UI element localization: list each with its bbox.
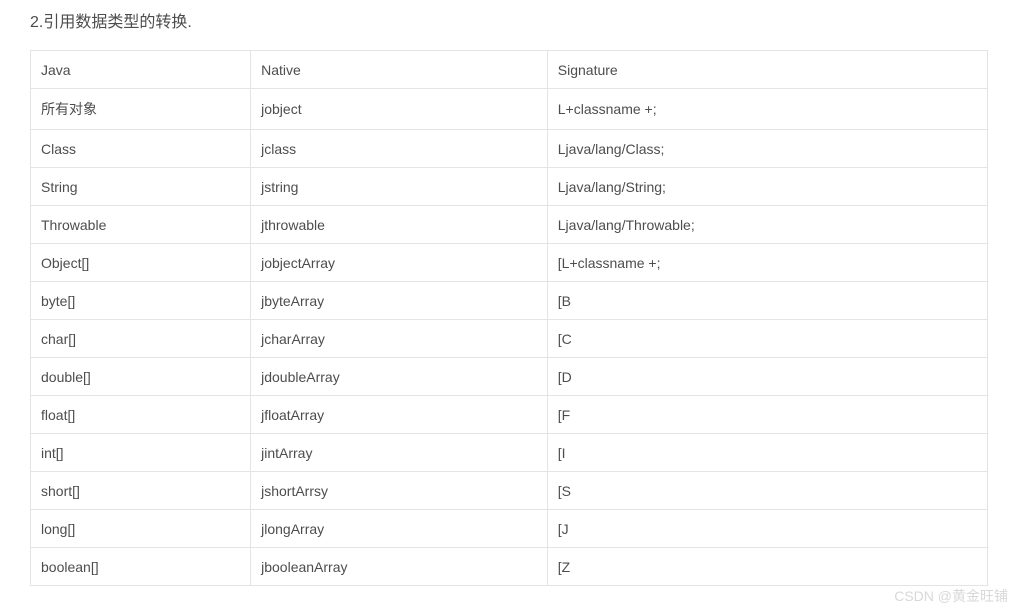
cell-signature: [S <box>547 472 987 510</box>
watermark: CSDN @黄金旺铺 <box>894 586 1008 606</box>
cell-native: jobject <box>251 89 548 130</box>
cell-native: jbooleanArray <box>251 548 548 586</box>
cell-java: Throwable <box>31 206 251 244</box>
table-row: double[] jdoubleArray [D <box>31 358 988 396</box>
header-native: Native <box>251 51 548 89</box>
cell-native: jstring <box>251 168 548 206</box>
cell-java: int[] <box>31 434 251 472</box>
type-conversion-table: Java Native Signature 所有对象 jobject L+cla… <box>30 50 988 586</box>
cell-java: 所有对象 <box>31 89 251 130</box>
table-row: String jstring Ljava/lang/String; <box>31 168 988 206</box>
table-row: char[] jcharArray [C <box>31 320 988 358</box>
section-title: 2.引用数据类型的转换. <box>30 8 988 32</box>
table-row: Throwable jthrowable Ljava/lang/Throwabl… <box>31 206 988 244</box>
table-row: 所有对象 jobject L+classname +; <box>31 89 988 130</box>
cell-native: jshortArrsy <box>251 472 548 510</box>
cell-native: jobjectArray <box>251 244 548 282</box>
table-row: byte[] jbyteArray [B <box>31 282 988 320</box>
header-signature: Signature <box>547 51 987 89</box>
cell-java: float[] <box>31 396 251 434</box>
cell-signature: [B <box>547 282 987 320</box>
table-row: int[] jintArray [I <box>31 434 988 472</box>
cell-signature: [I <box>547 434 987 472</box>
cell-native: jdoubleArray <box>251 358 548 396</box>
cell-signature: [F <box>547 396 987 434</box>
cell-signature: L+classname +; <box>547 89 987 130</box>
cell-signature: [J <box>547 510 987 548</box>
cell-native: jthrowable <box>251 206 548 244</box>
cell-java: long[] <box>31 510 251 548</box>
cell-native: jlongArray <box>251 510 548 548</box>
table-row: boolean[] jbooleanArray [Z <box>31 548 988 586</box>
cell-native: jclass <box>251 130 548 168</box>
cell-java: byte[] <box>31 282 251 320</box>
table-row: long[] jlongArray [J <box>31 510 988 548</box>
cell-java: Object[] <box>31 244 251 282</box>
table-header-row: Java Native Signature <box>31 51 988 89</box>
cell-java: Class <box>31 130 251 168</box>
table-row: float[] jfloatArray [F <box>31 396 988 434</box>
cell-signature: Ljava/lang/Throwable; <box>547 206 987 244</box>
cell-java: String <box>31 168 251 206</box>
cell-native: jcharArray <box>251 320 548 358</box>
header-java: Java <box>31 51 251 89</box>
cell-native: jbyteArray <box>251 282 548 320</box>
cell-java: short[] <box>31 472 251 510</box>
cell-java: char[] <box>31 320 251 358</box>
cell-java: boolean[] <box>31 548 251 586</box>
table-body: Java Native Signature 所有对象 jobject L+cla… <box>31 51 988 586</box>
cell-java: double[] <box>31 358 251 396</box>
cell-signature: [L+classname +; <box>547 244 987 282</box>
table-row: Class jclass Ljava/lang/Class; <box>31 130 988 168</box>
cell-signature: [D <box>547 358 987 396</box>
cell-signature: Ljava/lang/Class; <box>547 130 987 168</box>
table-row: short[] jshortArrsy [S <box>31 472 988 510</box>
cell-signature: [C <box>547 320 987 358</box>
cell-signature: [Z <box>547 548 987 586</box>
cell-native: jintArray <box>251 434 548 472</box>
cell-native: jfloatArray <box>251 396 548 434</box>
cell-signature: Ljava/lang/String; <box>547 168 987 206</box>
table-row: Object[] jobjectArray [L+classname +; <box>31 244 988 282</box>
